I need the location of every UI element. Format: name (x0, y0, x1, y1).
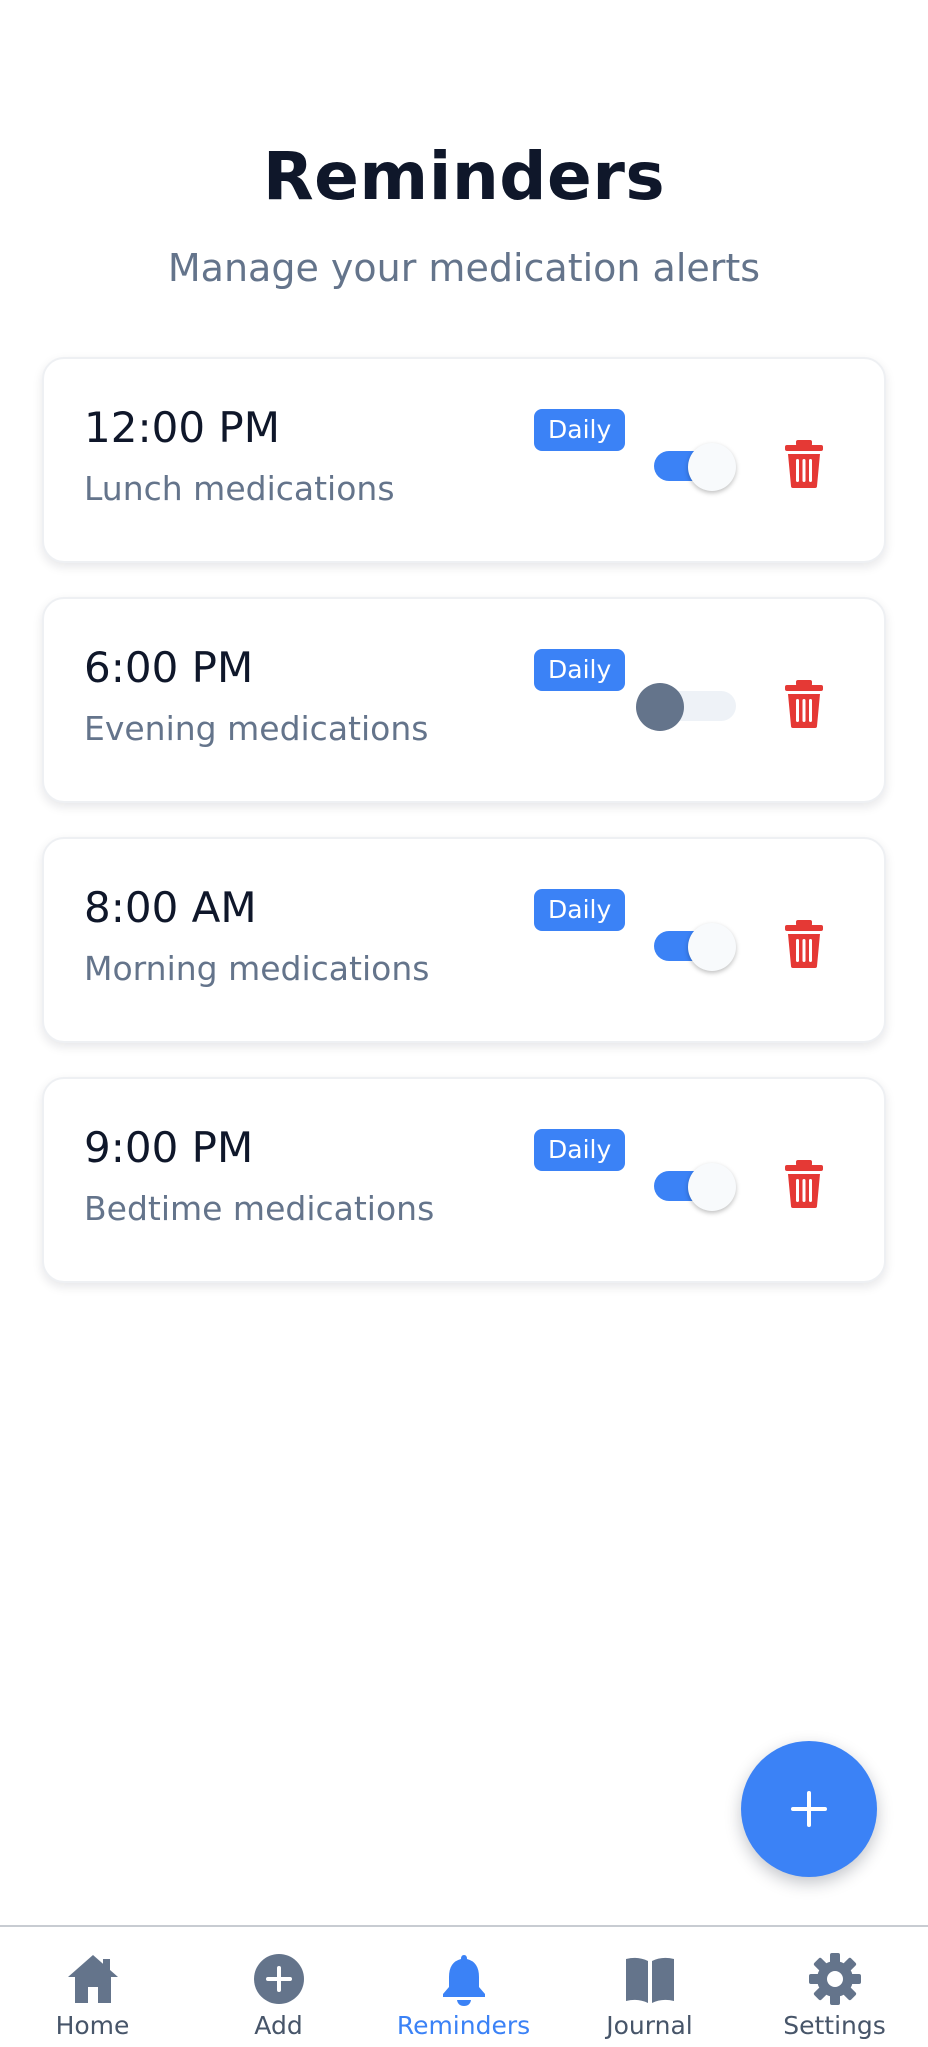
frequency-badge: Daily (534, 409, 626, 451)
add-circle-icon (253, 1954, 304, 2004)
reminder-label: Evening medications (84, 709, 429, 748)
delete-button[interactable] (782, 919, 826, 969)
tab-label: Reminders (396, 2011, 531, 2040)
reminder-time: 12:00 PM (84, 403, 280, 452)
add-reminder-button[interactable] (741, 1741, 877, 1877)
reminder-card: 12:00 PM Lunch medications Daily (42, 357, 886, 563)
reminder-time: 8:00 AM (84, 883, 257, 932)
reminder-label: Lunch medications (84, 469, 395, 508)
reminder-toggle[interactable] (636, 683, 736, 731)
frequency-badge: Daily (534, 889, 626, 931)
reminder-toggle[interactable] (650, 1163, 736, 1211)
tab-label: Add (254, 2011, 303, 2040)
tab-journal[interactable]: Journal (557, 1927, 742, 2047)
tab-reminders[interactable]: Reminders (371, 1927, 556, 2047)
tab-label: Journal (606, 2011, 693, 2040)
toggle-thumb (688, 443, 736, 491)
reminder-toggle[interactable] (650, 443, 736, 491)
page-title: Reminders (262, 138, 666, 215)
reminder-time: 6:00 PM (84, 643, 254, 692)
book-icon (625, 1957, 674, 2003)
toggle-thumb (688, 923, 736, 971)
delete-button[interactable] (782, 439, 826, 489)
toggle-thumb (636, 683, 684, 731)
toggle-thumb (688, 1163, 736, 1211)
reminder-toggle[interactable] (650, 923, 736, 971)
plus-icon (791, 1791, 827, 1827)
trash-icon (785, 440, 823, 488)
reminder-label: Morning medications (84, 949, 430, 988)
reminder-card: 6:00 PM Evening medications Daily (42, 597, 886, 803)
bell-icon (442, 1955, 485, 2006)
bottom-tab-bar: Home Add Reminders Journal Settings (0, 1925, 928, 2047)
tab-add[interactable]: Add (186, 1927, 371, 2047)
reminder-list: 12:00 PM Lunch medications Daily 6:00 PM… (42, 357, 886, 1317)
trash-icon (785, 680, 823, 728)
frequency-badge: Daily (534, 649, 626, 691)
reminder-time: 9:00 PM (84, 1123, 254, 1172)
reminder-card: 8:00 AM Morning medications Daily (42, 837, 886, 1043)
tab-settings[interactable]: Settings (742, 1927, 927, 2047)
trash-icon (785, 1160, 823, 1208)
tab-home[interactable]: Home (0, 1927, 185, 2047)
frequency-badge: Daily (534, 1129, 626, 1171)
delete-button[interactable] (782, 1159, 826, 1209)
gear-icon (808, 1953, 861, 2005)
page-subtitle: Manage your medication alerts (167, 246, 761, 290)
delete-button[interactable] (782, 679, 826, 729)
reminder-card: 9:00 PM Bedtime medications Daily (42, 1077, 886, 1283)
home-icon (67, 1955, 118, 2003)
trash-icon (785, 920, 823, 968)
tab-label: Settings (783, 2011, 886, 2040)
reminder-label: Bedtime medications (84, 1189, 435, 1228)
tab-label: Home (55, 2011, 130, 2040)
